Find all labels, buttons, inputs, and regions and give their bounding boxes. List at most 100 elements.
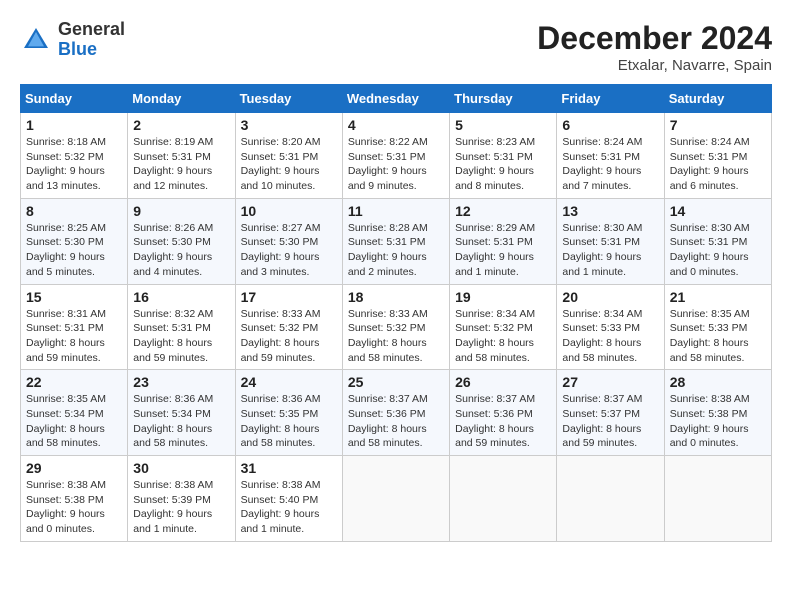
day-number: 19 bbox=[455, 289, 551, 305]
day-number: 25 bbox=[348, 374, 444, 390]
day-info: Sunrise: 8:38 AMSunset: 5:38 PMDaylight:… bbox=[26, 478, 122, 537]
calendar-cell bbox=[664, 456, 771, 542]
calendar-cell: 24 Sunrise: 8:36 AMSunset: 5:35 PMDayligh… bbox=[235, 370, 342, 456]
calendar-cell: 29 Sunrise: 8:38 AMSunset: 5:38 PMDayligh… bbox=[21, 456, 128, 542]
logo-icon bbox=[20, 24, 52, 56]
day-info: Sunrise: 8:27 AMSunset: 5:30 PMDaylight:… bbox=[241, 221, 337, 280]
day-info: Sunrise: 8:37 AMSunset: 5:37 PMDaylight:… bbox=[562, 392, 658, 451]
day-info: Sunrise: 8:28 AMSunset: 5:31 PMDaylight:… bbox=[348, 221, 444, 280]
calendar-cell: 30 Sunrise: 8:38 AMSunset: 5:39 PMDayligh… bbox=[128, 456, 235, 542]
calendar-cell: 3 Sunrise: 8:20 AMSunset: 5:31 PMDaylight… bbox=[235, 113, 342, 199]
calendar-cell: 19 Sunrise: 8:34 AMSunset: 5:32 PMDayligh… bbox=[450, 284, 557, 370]
calendar-cell bbox=[342, 456, 449, 542]
calendar-cell: 23 Sunrise: 8:36 AMSunset: 5:34 PMDayligh… bbox=[128, 370, 235, 456]
day-info: Sunrise: 8:38 AMSunset: 5:38 PMDaylight:… bbox=[670, 392, 766, 451]
calendar-cell: 10 Sunrise: 8:27 AMSunset: 5:30 PMDayligh… bbox=[235, 198, 342, 284]
day-number: 28 bbox=[670, 374, 766, 390]
calendar-cell: 18Sunrise: 8:33 AMSunset: 5:32 PMDayligh… bbox=[342, 284, 449, 370]
day-number: 6 bbox=[562, 117, 658, 133]
weekday-header: Wednesday bbox=[342, 85, 449, 113]
page-header: General Blue December 2024 Etxalar, Nava… bbox=[20, 20, 772, 74]
calendar-cell: 22Sunrise: 8:35 AMSunset: 5:34 PMDayligh… bbox=[21, 370, 128, 456]
day-number: 12 bbox=[455, 203, 551, 219]
day-number: 27 bbox=[562, 374, 658, 390]
calendar-cell: 7Sunrise: 8:24 AMSunset: 5:31 PMDaylight… bbox=[664, 113, 771, 199]
calendar-cell: 1 Sunrise: 8:18 AMSunset: 5:32 PMDaylight… bbox=[21, 113, 128, 199]
day-info: Sunrise: 8:36 AMSunset: 5:34 PMDaylight:… bbox=[133, 392, 229, 451]
day-info: Sunrise: 8:32 AMSunset: 5:31 PMDaylight:… bbox=[133, 307, 229, 366]
calendar-cell: 2Sunrise: 8:19 AMSunset: 5:31 PMDaylight… bbox=[128, 113, 235, 199]
day-number: 23 bbox=[133, 374, 229, 390]
calendar-week: 29 Sunrise: 8:38 AMSunset: 5:38 PMDayligh… bbox=[21, 456, 772, 542]
day-number: 10 bbox=[241, 203, 337, 219]
day-info: Sunrise: 8:37 AMSunset: 5:36 PMDaylight:… bbox=[455, 392, 551, 451]
calendar-week: 8 Sunrise: 8:25 AMSunset: 5:30 PMDaylight… bbox=[21, 198, 772, 284]
calendar-cell: 12Sunrise: 8:29 AMSunset: 5:31 PMDayligh… bbox=[450, 198, 557, 284]
calendar-cell: 16 Sunrise: 8:32 AMSunset: 5:31 PMDayligh… bbox=[128, 284, 235, 370]
day-info: Sunrise: 8:20 AMSunset: 5:31 PMDaylight:… bbox=[241, 135, 337, 194]
day-number: 8 bbox=[26, 203, 122, 219]
calendar-cell: 11 Sunrise: 8:28 AMSunset: 5:31 PMDayligh… bbox=[342, 198, 449, 284]
day-number: 16 bbox=[133, 289, 229, 305]
calendar-cell: 8 Sunrise: 8:25 AMSunset: 5:30 PMDaylight… bbox=[21, 198, 128, 284]
logo-text: General Blue bbox=[58, 20, 125, 60]
day-number: 4 bbox=[348, 117, 444, 133]
calendar-cell bbox=[557, 456, 664, 542]
calendar-cell: 9 Sunrise: 8:26 AMSunset: 5:30 PMDaylight… bbox=[128, 198, 235, 284]
day-info: Sunrise: 8:18 AMSunset: 5:32 PMDaylight:… bbox=[26, 135, 122, 194]
day-info: Sunrise: 8:31 AMSunset: 5:31 PMDaylight:… bbox=[26, 307, 122, 366]
weekday-header: Saturday bbox=[664, 85, 771, 113]
day-info: Sunrise: 8:35 AMSunset: 5:33 PMDaylight:… bbox=[670, 307, 766, 366]
day-number: 11 bbox=[348, 203, 444, 219]
day-number: 20 bbox=[562, 289, 658, 305]
day-info: Sunrise: 8:25 AMSunset: 5:30 PMDaylight:… bbox=[26, 221, 122, 280]
day-number: 29 bbox=[26, 460, 122, 476]
weekday-header: Monday bbox=[128, 85, 235, 113]
calendar-cell: 26Sunrise: 8:37 AMSunset: 5:36 PMDayligh… bbox=[450, 370, 557, 456]
day-info: Sunrise: 8:34 AMSunset: 5:32 PMDaylight:… bbox=[455, 307, 551, 366]
calendar-body: 1 Sunrise: 8:18 AMSunset: 5:32 PMDaylight… bbox=[21, 113, 772, 542]
day-number: 15 bbox=[26, 289, 122, 305]
calendar-cell: 31 Sunrise: 8:38 AMSunset: 5:40 PMDayligh… bbox=[235, 456, 342, 542]
day-number: 2 bbox=[133, 117, 229, 133]
day-number: 31 bbox=[241, 460, 337, 476]
weekday-header: Tuesday bbox=[235, 85, 342, 113]
day-number: 1 bbox=[26, 117, 122, 133]
calendar-header: SundayMondayTuesdayWednesdayThursdayFrid… bbox=[21, 85, 772, 113]
weekday-header: Thursday bbox=[450, 85, 557, 113]
day-info: Sunrise: 8:30 AMSunset: 5:31 PMDaylight:… bbox=[670, 221, 766, 280]
calendar-cell: 25 Sunrise: 8:37 AMSunset: 5:36 PMDayligh… bbox=[342, 370, 449, 456]
day-info: Sunrise: 8:36 AMSunset: 5:35 PMDaylight:… bbox=[241, 392, 337, 451]
calendar-week: 15 Sunrise: 8:31 AMSunset: 5:31 PMDayligh… bbox=[21, 284, 772, 370]
header-row: SundayMondayTuesdayWednesdayThursdayFrid… bbox=[21, 85, 772, 113]
logo-general: General bbox=[58, 20, 125, 40]
calendar-cell: 20Sunrise: 8:34 AMSunset: 5:33 PMDayligh… bbox=[557, 284, 664, 370]
day-info: Sunrise: 8:24 AMSunset: 5:31 PMDaylight:… bbox=[562, 135, 658, 194]
location: Etxalar, Navarre, Spain bbox=[537, 57, 772, 74]
calendar-cell: 14Sunrise: 8:30 AMSunset: 5:31 PMDayligh… bbox=[664, 198, 771, 284]
calendar-cell: 6 Sunrise: 8:24 AMSunset: 5:31 PMDaylight… bbox=[557, 113, 664, 199]
calendar-cell: 5Sunrise: 8:23 AMSunset: 5:31 PMDaylight… bbox=[450, 113, 557, 199]
day-info: Sunrise: 8:33 AMSunset: 5:32 PMDaylight:… bbox=[241, 307, 337, 366]
day-number: 22 bbox=[26, 374, 122, 390]
day-info: Sunrise: 8:26 AMSunset: 5:30 PMDaylight:… bbox=[133, 221, 229, 280]
calendar-week: 22Sunrise: 8:35 AMSunset: 5:34 PMDayligh… bbox=[21, 370, 772, 456]
day-number: 21 bbox=[670, 289, 766, 305]
day-info: Sunrise: 8:38 AMSunset: 5:40 PMDaylight:… bbox=[241, 478, 337, 537]
day-info: Sunrise: 8:37 AMSunset: 5:36 PMDaylight:… bbox=[348, 392, 444, 451]
day-number: 18 bbox=[348, 289, 444, 305]
day-info: Sunrise: 8:22 AMSunset: 5:31 PMDaylight:… bbox=[348, 135, 444, 194]
calendar-week: 1 Sunrise: 8:18 AMSunset: 5:32 PMDaylight… bbox=[21, 113, 772, 199]
day-number: 24 bbox=[241, 374, 337, 390]
calendar-cell: 13Sunrise: 8:30 AMSunset: 5:31 PMDayligh… bbox=[557, 198, 664, 284]
day-info: Sunrise: 8:23 AMSunset: 5:31 PMDaylight:… bbox=[455, 135, 551, 194]
day-number: 3 bbox=[241, 117, 337, 133]
title-block: December 2024 Etxalar, Navarre, Spain bbox=[537, 20, 772, 74]
day-number: 9 bbox=[133, 203, 229, 219]
calendar-table: SundayMondayTuesdayWednesdayThursdayFrid… bbox=[20, 84, 772, 542]
day-info: Sunrise: 8:38 AMSunset: 5:39 PMDaylight:… bbox=[133, 478, 229, 537]
day-number: 7 bbox=[670, 117, 766, 133]
day-number: 17 bbox=[241, 289, 337, 305]
day-number: 30 bbox=[133, 460, 229, 476]
calendar-cell: 27 Sunrise: 8:37 AMSunset: 5:37 PMDayligh… bbox=[557, 370, 664, 456]
